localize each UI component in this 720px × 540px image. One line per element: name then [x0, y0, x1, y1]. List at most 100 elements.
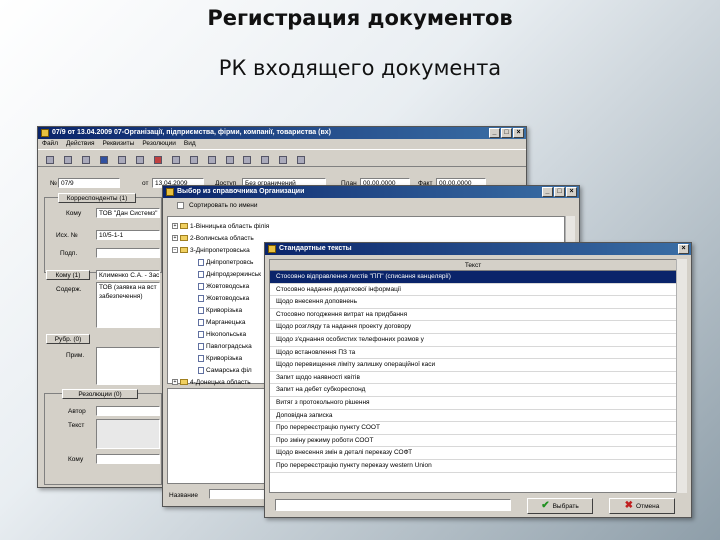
list-item[interactable]: Щодо встановлення ПЗ та: [270, 346, 676, 360]
author-field[interactable]: [96, 406, 160, 416]
open-icon[interactable]: [60, 153, 74, 165]
list-item[interactable]: Щодо перевищення ліміту залишку операцій…: [270, 359, 676, 372]
list-item[interactable]: Щодо розгляду та надання проекту договор…: [270, 321, 676, 334]
select-button[interactable]: ✔ Выбрать: [527, 498, 593, 514]
rubric-button[interactable]: Рубр. (0): [46, 334, 90, 344]
resolution-text-field[interactable]: [96, 419, 160, 449]
slide-subtitle: РК входящего документа: [218, 56, 502, 80]
minimize-button[interactable]: _: [489, 128, 500, 138]
expand-icon[interactable]: +: [172, 223, 178, 230]
list-item[interactable]: Щодо внесення доповнень: [270, 296, 676, 309]
tree-item[interactable]: +4-Донецька область: [172, 379, 251, 387]
correspondents-button[interactable]: Корреспонденты (1): [58, 193, 136, 203]
menu-bar: Файл Действия Реквизиты Резолюции Вид: [38, 139, 526, 149]
collapse-icon[interactable]: −: [172, 247, 178, 254]
tree-item-label: Криворізька: [206, 355, 243, 363]
texts-scrollbar[interactable]: [676, 259, 687, 493]
cancel-button[interactable]: ✖ Отмена: [609, 498, 675, 514]
tree-item[interactable]: Дніпродзержинськ: [198, 271, 261, 279]
list-item[interactable]: Стосовно надання додаткової інформації: [270, 283, 676, 297]
menu-view[interactable]: Вид: [184, 139, 196, 149]
tree-item-label: Дніпропетровсь: [206, 259, 254, 267]
cut-icon[interactable]: [114, 153, 128, 165]
menu-resolutions[interactable]: Резолюции: [142, 139, 176, 149]
menu-actions[interactable]: Действия: [66, 139, 94, 149]
slide-title: Регистрация документов: [207, 6, 513, 30]
author-label: Автор: [68, 408, 86, 415]
sign-field[interactable]: [96, 248, 160, 258]
list-item[interactable]: Доповідна записка: [270, 409, 676, 423]
list-item[interactable]: Запит щодо наявності квітів: [270, 371, 676, 385]
sort-checkbox[interactable]: [177, 202, 184, 209]
texts-titlebar[interactable]: Стандартные тексты ×: [265, 243, 691, 255]
close-button[interactable]: ×: [513, 128, 524, 138]
tree-item[interactable]: Криворізька: [198, 355, 242, 363]
expand-icon[interactable]: +: [172, 379, 178, 386]
org-minimize-button[interactable]: _: [542, 187, 553, 197]
maximize-button[interactable]: □: [501, 128, 512, 138]
list-item[interactable]: Запит на дебет субкореспонд: [270, 384, 676, 397]
last-record-icon[interactable]: [275, 153, 289, 165]
list-item[interactable]: Щодо внесення змін в деталі переказу СОФ…: [270, 447, 676, 460]
tree-item-label: Самарська філ: [206, 367, 252, 375]
content-field[interactable]: ТОВ (заявка на вст забезпечення): [96, 282, 160, 328]
name-label: Название: [169, 492, 199, 499]
tree-item[interactable]: +2-Волинська область: [172, 235, 254, 243]
close-card-icon[interactable]: [293, 153, 307, 165]
delete-icon[interactable]: [150, 153, 164, 165]
organizations-titlebar[interactable]: Выбор из справочника Организации _ □ ×: [163, 186, 579, 198]
tree-item[interactable]: Марганецька: [198, 319, 245, 327]
tree-item[interactable]: Павлоградська: [198, 343, 252, 351]
tree-item[interactable]: Жовтоводська: [198, 295, 249, 303]
org-close-button[interactable]: ×: [566, 187, 577, 197]
resolutions-button[interactable]: Резолюции (0): [62, 389, 138, 399]
list-item[interactable]: Про перереєстрацію пункту СООТ: [270, 422, 676, 435]
komu-button[interactable]: Кому (1): [46, 270, 90, 280]
tree-item[interactable]: +1-Вінницька область філія: [172, 223, 269, 231]
document-icon: [198, 355, 204, 362]
new-doc-icon[interactable]: [42, 153, 56, 165]
org-detail-panel: [167, 388, 267, 484]
list-item[interactable]: Витяг з протокольного рішення: [270, 396, 676, 410]
tree-item[interactable]: − 3-Дніпропетровська: [172, 247, 250, 255]
texts-close-button[interactable]: ×: [678, 244, 689, 254]
tree-item[interactable]: Самарська філ: [198, 367, 252, 375]
out-num-field[interactable]: 10/5-1-1: [96, 230, 160, 240]
corr-field[interactable]: ТОВ "Дан Системз": [96, 208, 160, 218]
print-icon[interactable]: [78, 153, 92, 165]
document-card-titlebar[interactable]: 07/9 от 13.04.2009 07-Організації, підпр…: [38, 127, 526, 139]
menu-requisites[interactable]: Реквизиты: [102, 139, 134, 149]
enter-icon[interactable]: [204, 153, 218, 165]
copy-icon[interactable]: [132, 153, 146, 165]
list-item[interactable]: Стосовно відправлення листів "ПП" (списа…: [270, 271, 676, 284]
list-item[interactable]: Щодо з'єднання особистих телефонних розм…: [270, 333, 676, 347]
list-item[interactable]: Стосовно погодження витрат на придбання: [270, 308, 676, 322]
expand-icon[interactable]: +: [172, 235, 178, 242]
tree-item-label: Жовтоводська: [206, 295, 250, 303]
num-label: №: [50, 180, 57, 187]
attach-icon[interactable]: [168, 153, 182, 165]
list-item[interactable]: Про зміну режиму роботи СООТ: [270, 434, 676, 448]
texts-filter-field[interactable]: [275, 499, 511, 511]
org-maximize-button[interactable]: □: [554, 187, 565, 197]
tree-item-label: Павлоградська: [206, 343, 252, 351]
texts-column-header[interactable]: Текст: [270, 260, 676, 271]
komu-field[interactable]: Клименко С.А. - Заст.: [96, 270, 160, 280]
tree-item[interactable]: Жовтоводська: [198, 283, 249, 291]
name-field[interactable]: [209, 489, 265, 499]
list-item[interactable]: Про перереєстрацію пункту переказу weste…: [270, 459, 676, 473]
tree-item[interactable]: Дніпропетровсь: [198, 259, 253, 267]
prev-record-icon[interactable]: [239, 153, 253, 165]
exec-field[interactable]: [96, 454, 160, 464]
next-record-icon[interactable]: [257, 153, 271, 165]
first-record-icon[interactable]: [222, 153, 236, 165]
note-field[interactable]: [96, 347, 160, 385]
num-field[interactable]: 07/9: [58, 178, 120, 188]
tree-item[interactable]: Криворізька: [198, 307, 242, 315]
save-icon[interactable]: [96, 153, 110, 165]
menu-file[interactable]: Файл: [42, 139, 58, 149]
window-title: 07/9 от 13.04.2009 07-Організації, підпр…: [52, 129, 331, 136]
tree-item[interactable]: Нікопольська: [198, 331, 246, 339]
texts-list[interactable]: Текст Стосовно відправлення листів "ПП" …: [269, 259, 677, 493]
export-icon[interactable]: [186, 153, 200, 165]
